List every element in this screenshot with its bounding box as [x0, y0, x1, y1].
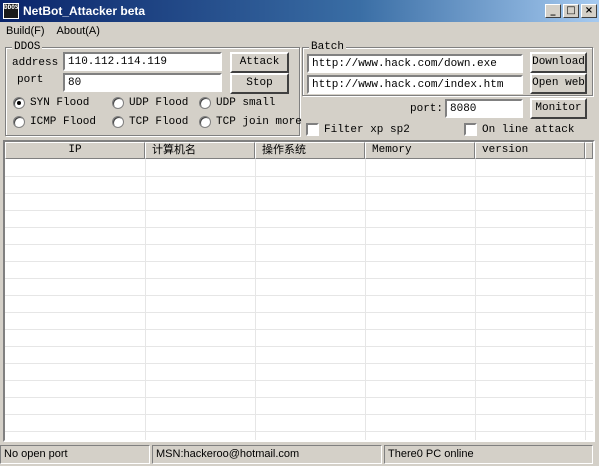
grid-row-line — [5, 380, 593, 381]
radio-dot — [112, 116, 124, 128]
status-online-count: There0 PC online — [384, 445, 593, 464]
download-url-input[interactable]: http://www.hack.com/down.exe — [307, 54, 523, 73]
radio-tcp-join-more[interactable]: TCP join more — [199, 116, 302, 128]
menu-bar: Build(F) About(A) — [0, 22, 599, 40]
column-os[interactable]: 操作系统 — [255, 142, 365, 159]
column-filler — [585, 142, 593, 159]
column-memory[interactable]: Memory — [365, 142, 475, 159]
radio-dot — [199, 97, 211, 109]
host-list-body[interactable] — [5, 159, 593, 440]
grid-row-line — [5, 244, 593, 245]
menu-build[interactable]: Build(F) — [0, 25, 51, 37]
column-version[interactable]: version — [475, 142, 585, 159]
radio-dot — [199, 116, 211, 128]
radio-label: UDP Flood — [129, 97, 189, 109]
monitor-port-input[interactable]: 8080 — [445, 99, 523, 118]
maximize-button[interactable]: □ — [563, 4, 579, 18]
radio-label: UDP small — [216, 97, 276, 109]
filter-xp-sp2-checkbox[interactable]: Filter xp sp2 — [306, 123, 410, 136]
grid-row-line — [5, 397, 593, 398]
radio-syn-flood[interactable]: SYN Flood — [13, 97, 89, 109]
port-label: port — [17, 74, 44, 86]
grid-row-line — [5, 295, 593, 296]
batch-group-label: Batch — [309, 41, 347, 53]
grid-row-line — [5, 210, 593, 211]
status-bar: No open port MSN:hackeroo@hotmail.com Th… — [0, 444, 599, 466]
grid-row-line — [5, 414, 593, 415]
open-web-button[interactable]: Open web — [530, 73, 587, 94]
host-list[interactable]: IP 计算机名 操作系统 Memory version — [3, 140, 595, 442]
grid-row-line — [5, 227, 593, 228]
grid-row-line — [5, 363, 593, 364]
radio-tcp-flood[interactable]: TCP Flood — [112, 116, 188, 128]
radio-dot — [13, 97, 25, 109]
grid-row-line — [5, 431, 593, 432]
download-button[interactable]: Download — [530, 52, 587, 73]
status-msn: MSN:hackeroo@hotmail.com — [152, 445, 382, 464]
address-input[interactable]: 110.112.114.119 — [63, 52, 222, 71]
radio-icmp-flood[interactable]: ICMP Flood — [13, 116, 96, 128]
radio-udp-flood[interactable]: UDP Flood — [112, 97, 188, 109]
checkbox-label: On line attack — [482, 123, 575, 136]
grid-row-line — [5, 312, 593, 313]
status-open-port: No open port — [0, 445, 150, 464]
grid-column-line — [585, 159, 586, 440]
column-computer-name[interactable]: 计算机名 — [145, 142, 255, 159]
online-attack-checkbox[interactable]: On line attack — [464, 123, 574, 136]
radio-dot — [112, 97, 124, 109]
radio-label: ICMP Flood — [30, 116, 97, 128]
menu-about[interactable]: About(A) — [51, 25, 106, 37]
title-bar[interactable]: DDOS NetBot_Attacker beta _ □ × — [0, 0, 599, 22]
checkbox-box — [464, 123, 477, 136]
ddos-group-label: DDOS — [12, 41, 43, 53]
grid-row-line — [5, 193, 593, 194]
attack-button[interactable]: Attack — [230, 52, 289, 73]
monitor-port-label: port: — [410, 103, 444, 115]
radio-dot — [13, 116, 25, 128]
radio-label: SYN Flood — [30, 97, 90, 109]
window-title: NetBot_Attacker beta — [23, 4, 146, 18]
column-ip[interactable]: IP — [5, 142, 145, 159]
grid-row-line — [5, 278, 593, 279]
monitor-button[interactable]: Monitor — [530, 98, 587, 119]
grid-row-line — [5, 346, 593, 347]
grid-row-line — [5, 261, 593, 262]
grid-row-line — [5, 329, 593, 330]
radio-label: TCP Flood — [129, 116, 189, 128]
host-list-header: IP 计算机名 操作系统 Memory version — [5, 142, 593, 159]
stop-button[interactable]: Stop — [230, 73, 289, 94]
checkbox-box — [306, 123, 319, 136]
radio-udp-small[interactable]: UDP small — [199, 97, 275, 109]
open-web-url-input[interactable]: http://www.hack.com/index.htm — [307, 75, 523, 94]
grid-row-line — [5, 176, 593, 177]
app-icon: DDOS — [3, 3, 19, 19]
checkbox-label: Filter xp sp2 — [324, 123, 410, 136]
port-input[interactable]: 80 — [63, 73, 222, 92]
close-button[interactable]: × — [581, 4, 597, 18]
grid-column-line — [255, 159, 256, 440]
grid-column-line — [365, 159, 366, 440]
grid-column-line — [145, 159, 146, 440]
radio-label: TCP join more — [216, 116, 302, 128]
minimize-button[interactable]: _ — [545, 4, 561, 18]
address-label: address — [12, 57, 59, 69]
grid-column-line — [475, 159, 476, 440]
